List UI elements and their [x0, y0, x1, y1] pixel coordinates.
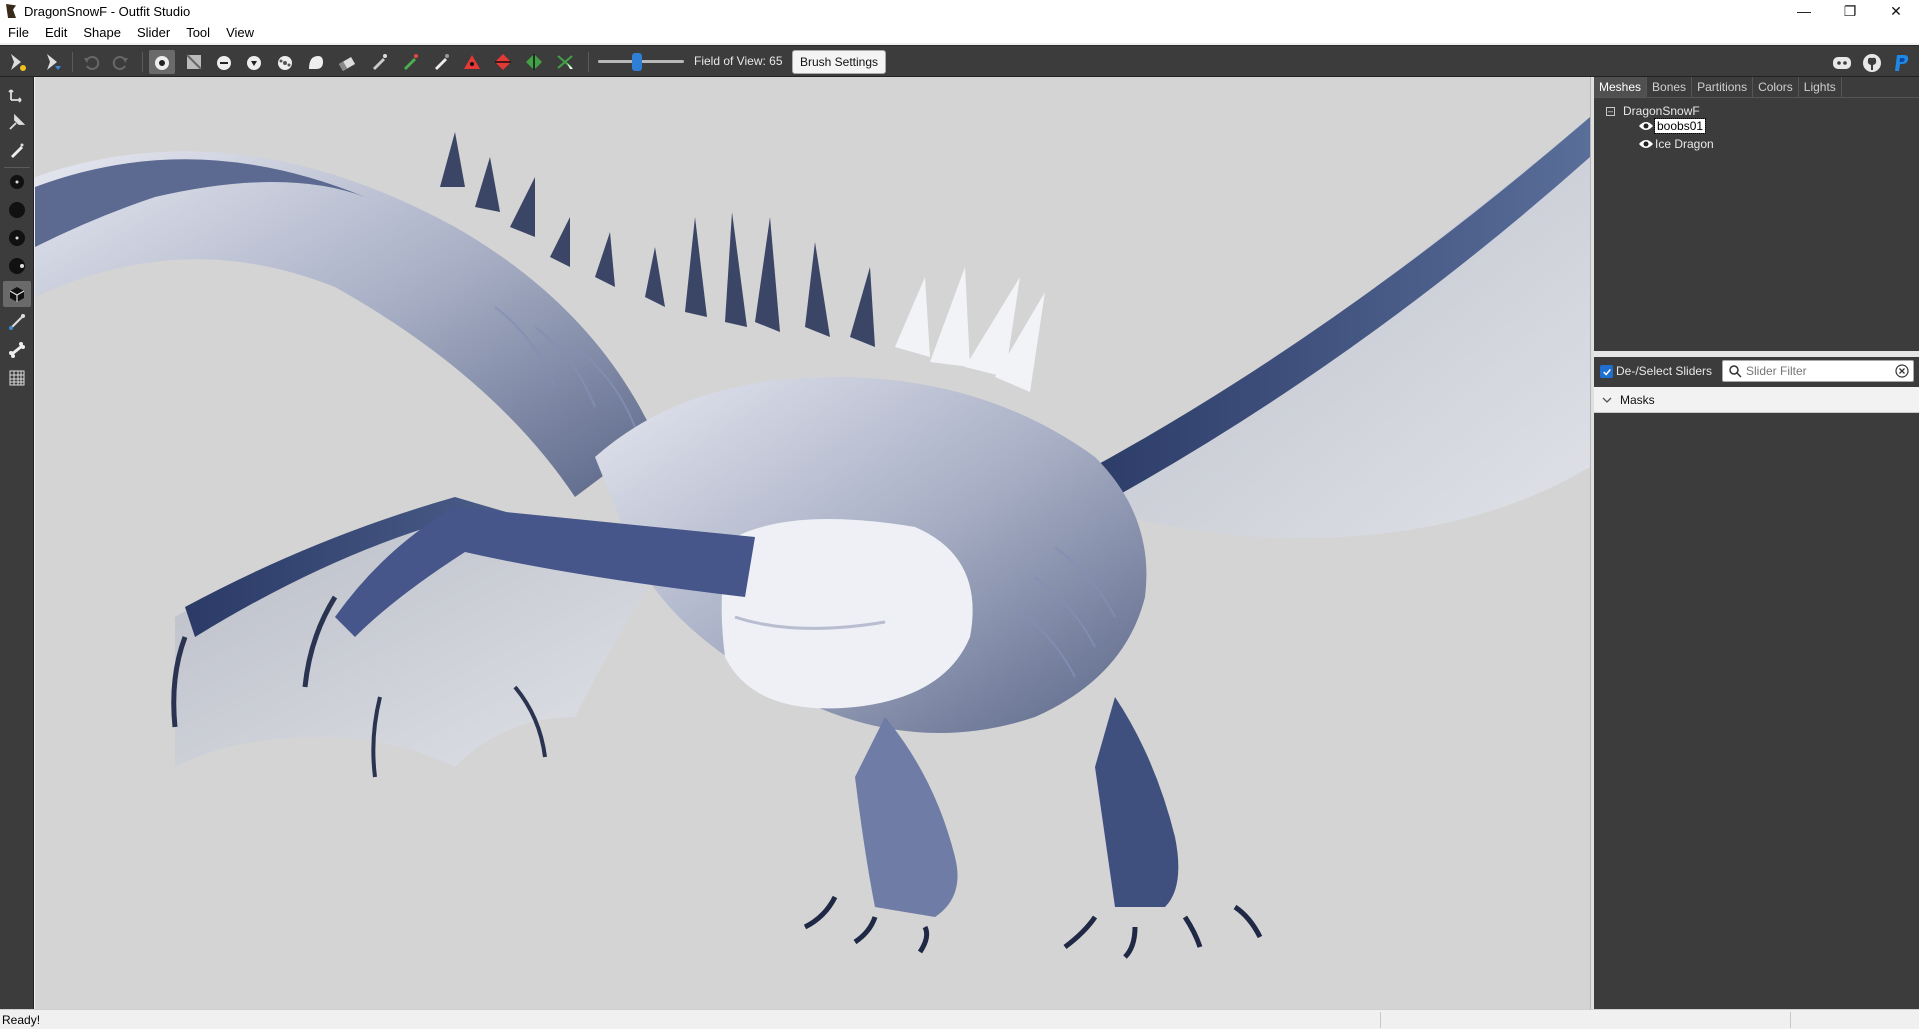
load-project-icon[interactable] — [40, 50, 66, 74]
alpha-brush-icon[interactable] — [428, 50, 454, 74]
menu-edit[interactable]: Edit — [37, 22, 75, 43]
collapse-vertex-icon[interactable] — [459, 50, 485, 74]
xray-view-icon[interactable] — [3, 281, 31, 307]
tab-partitions[interactable]: Partitions — [1692, 77, 1754, 97]
menu-tool[interactable]: Tool — [178, 22, 218, 43]
tree-item-boobs01[interactable]: boobs01 — [1638, 118, 1707, 134]
menu-file[interactable]: File — [0, 22, 37, 43]
tree-item-label: boobs01 — [1653, 118, 1707, 134]
title-bar: DragonSnowF - Outfit Studio — ❐ ✕ — [0, 0, 1919, 22]
brush-size-4-icon[interactable] — [3, 253, 31, 279]
brush-size-1-icon[interactable] — [3, 169, 31, 195]
search-icon — [1729, 365, 1742, 378]
menu-view[interactable]: View — [218, 22, 262, 43]
grid-view-icon[interactable] — [3, 365, 31, 391]
tree-root[interactable]: – DragonSnowF — [1606, 103, 1700, 119]
slider-filter-field[interactable] — [1722, 360, 1914, 382]
undo-icon[interactable] — [78, 50, 104, 74]
panel-tabs: Meshes Bones Partitions Colors Lights — [1594, 77, 1919, 97]
tree-item-label: Ice Dragon — [1655, 137, 1714, 151]
undiff-brush-icon[interactable] — [303, 50, 329, 74]
github-icon[interactable] — [1861, 52, 1883, 74]
new-project-icon[interactable] — [4, 50, 30, 74]
deselect-sliders-label[interactable]: De-/Select Sliders — [1616, 364, 1712, 378]
tab-bones[interactable]: Bones — [1647, 77, 1693, 97]
flip-edge-icon[interactable] — [490, 50, 516, 74]
inflate-brush-icon[interactable] — [149, 50, 175, 74]
bone-tool-icon[interactable] — [3, 337, 31, 363]
brush-size-2-icon[interactable] — [3, 197, 31, 223]
transform-tool-icon[interactable] — [3, 81, 31, 107]
pivot-tool-icon[interactable] — [3, 109, 31, 135]
field-of-view-slider-thumb[interactable] — [632, 53, 642, 71]
tab-colors[interactable]: Colors — [1753, 77, 1799, 97]
close-button[interactable]: ✕ — [1873, 0, 1919, 22]
collapse-icon[interactable]: – — [1606, 106, 1615, 116]
window-title: DragonSnowF - Outfit Studio — [24, 3, 191, 19]
split-edge-icon[interactable] — [521, 50, 547, 74]
slider-list — [1594, 414, 1919, 1009]
smooth-brush-icon[interactable] — [272, 50, 298, 74]
erase-brush-icon[interactable] — [334, 50, 360, 74]
tree-root-label: DragonSnowF — [1623, 104, 1700, 118]
status-text: Ready! — [2, 1013, 41, 1027]
deflate-brush-icon[interactable] — [211, 50, 237, 74]
brush-size-3-icon[interactable] — [3, 225, 31, 251]
chevron-down-icon[interactable] — [1602, 395, 1612, 405]
slider-filter-input[interactable] — [1746, 363, 1886, 379]
status-separator — [1380, 1012, 1381, 1028]
3d-viewport[interactable] — [35, 77, 1590, 1009]
main-toolbar: Field of View: 65 Brush Settings — [0, 45, 1919, 77]
mesh-tree: – DragonSnowF boobs01 Ice Dragon — [1594, 97, 1919, 351]
masks-label: Masks — [1620, 392, 1655, 407]
segment-tool-icon[interactable] — [3, 309, 31, 335]
weight-brush-icon[interactable] — [366, 50, 392, 74]
menu-slider[interactable]: Slider — [129, 22, 178, 43]
window-controls: — ❐ ✕ — [1781, 0, 1919, 22]
minimize-button[interactable]: — — [1781, 0, 1827, 22]
menu-bar: File Edit Shape Slider Tool View — [0, 22, 1919, 43]
masks-group[interactable]: Masks — [1594, 387, 1919, 413]
clear-icon[interactable] — [1895, 364, 1909, 378]
maximize-button[interactable]: ❐ — [1827, 0, 1873, 22]
discord-icon[interactable] — [1831, 52, 1853, 74]
visibility-eye-icon[interactable] — [1638, 138, 1654, 150]
status-separator — [1790, 1012, 1791, 1028]
paypal-icon[interactable] — [1891, 52, 1913, 74]
slider-header: De-/Select Sliders — [1594, 357, 1919, 385]
field-of-view-label: Field of View: 65 — [694, 54, 783, 68]
color-brush-icon[interactable] — [397, 50, 423, 74]
redo-icon[interactable] — [108, 50, 134, 74]
menu-shape[interactable]: Shape — [75, 22, 129, 43]
right-panel: Meshes Bones Partitions Colors Lights – … — [1594, 77, 1919, 1009]
tab-meshes[interactable]: Meshes — [1594, 77, 1648, 97]
deselect-sliders-checkbox[interactable] — [1600, 365, 1613, 378]
mask-brush-icon[interactable] — [181, 50, 207, 74]
tree-item-ice-dragon[interactable]: Ice Dragon — [1638, 136, 1714, 152]
vertex-select-tool-icon[interactable] — [3, 137, 31, 163]
checkmark-icon — [1602, 368, 1611, 376]
tab-lights[interactable]: Lights — [1799, 77, 1842, 97]
brush-settings-button[interactable]: Brush Settings — [792, 50, 886, 74]
dragon-model[interactable] — [35, 77, 1590, 1009]
status-bar: Ready! — [0, 1009, 1919, 1029]
move-brush-icon[interactable] — [241, 50, 267, 74]
move-vertex-icon[interactable] — [552, 50, 578, 74]
app-icon — [6, 4, 16, 18]
left-toolbar — [0, 77, 34, 1009]
visibility-eye-icon[interactable] — [1638, 120, 1654, 132]
